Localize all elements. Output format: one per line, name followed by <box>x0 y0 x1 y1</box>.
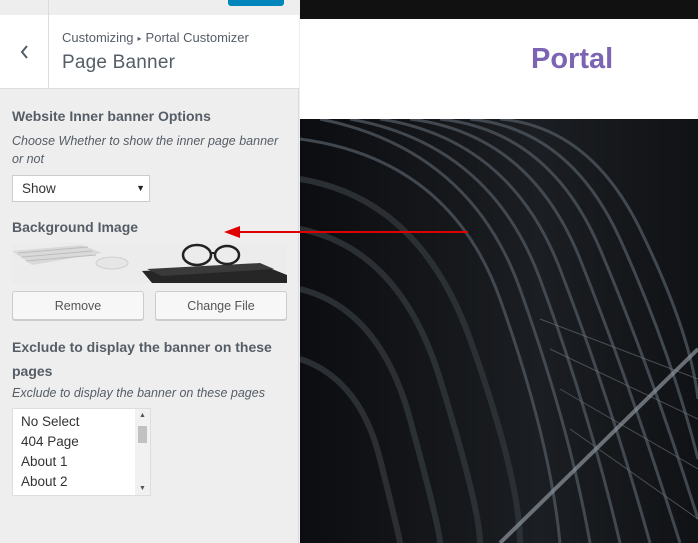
change-file-button[interactable]: Change File <box>155 291 287 320</box>
exclude-pages-listbox[interactable]: No Select 404 Page About 1 About 2 ▲ ▼ <box>12 408 151 496</box>
scroll-down-icon[interactable]: ▼ <box>139 485 146 492</box>
background-image-title: Background Image <box>12 219 139 235</box>
annotation-arrow-icon <box>224 226 468 238</box>
listbox-scrollbar[interactable]: ▲ ▼ <box>135 409 150 495</box>
background-image-thumbnail[interactable] <box>12 243 287 283</box>
scrollbar-thumb[interactable] <box>138 426 147 443</box>
breadcrumb-root: Customizing <box>62 30 134 45</box>
customizer-panel: Customizing ▸ Portal Customizer Page Banne… <box>0 0 299 543</box>
inner-banner-title: Website Inner banner Options <box>12 108 211 124</box>
exclude-title: Exclude to display the banner on these p… <box>12 339 272 379</box>
breadcrumb-separator: ▸ <box>137 34 142 43</box>
server-corridor-image <box>300 119 698 543</box>
site-preview: Portal <box>300 0 698 543</box>
publish-button[interactable] <box>228 0 284 6</box>
inner-banner-select-value: Show <box>22 181 56 196</box>
desk-photo-image <box>12 243 287 283</box>
list-item[interactable]: No Select <box>21 414 80 429</box>
list-item[interactable]: About 2 <box>21 474 68 489</box>
inner-banner-description: Choose Whether to show the inner page ba… <box>12 134 279 166</box>
remove-button[interactable]: Remove <box>12 291 144 320</box>
preview-header: Portal <box>300 19 698 119</box>
section-title: Page Banner <box>62 52 176 73</box>
list-item[interactable]: 404 Page <box>21 434 79 449</box>
top-bar-divider <box>48 0 49 15</box>
scroll-up-icon[interactable]: ▲ <box>139 412 146 419</box>
exclude-description: Exclude to display the banner on these p… <box>12 386 265 400</box>
list-item[interactable]: About 1 <box>21 454 68 469</box>
caret-down-icon: ▼ <box>136 183 145 193</box>
breadcrumb: Customizing ▸ Portal Customizer <box>62 30 249 45</box>
section-header: Customizing ▸ Portal Customizer Page Banne… <box>0 15 299 89</box>
site-logo[interactable]: Portal <box>531 43 613 76</box>
breadcrumb-parent: Portal Customizer <box>145 30 249 45</box>
inner-banner-select[interactable]: Show ▼ <box>12 175 150 202</box>
chevron-left-icon <box>20 44 28 59</box>
page-banner-image <box>300 119 698 543</box>
back-button[interactable] <box>0 15 49 88</box>
customizer-top-bar <box>0 0 299 16</box>
preview-top-bar <box>300 0 698 19</box>
